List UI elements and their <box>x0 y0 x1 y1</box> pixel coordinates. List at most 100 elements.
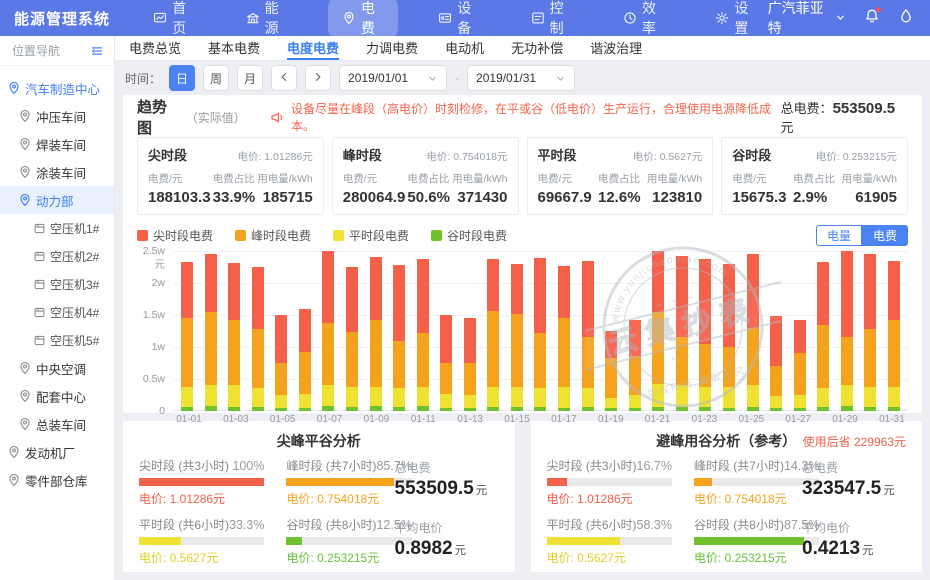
sidebar-item-2[interactable]: 焊装车间 <box>0 130 114 158</box>
tab-6[interactable]: 谐波治理 <box>590 36 642 60</box>
sidebar-item-11[interactable]: 配套中心 <box>0 382 114 410</box>
period-fee-value: 188103.3 <box>148 189 211 206</box>
location-pin-icon <box>18 165 32 179</box>
prev-period-button[interactable] <box>271 65 297 91</box>
total-value: 323547.5元 <box>802 478 906 500</box>
percent-bar <box>547 478 672 486</box>
tab-3[interactable]: 力调电费 <box>366 36 418 60</box>
period-card-title: 尖时段 <box>148 145 187 164</box>
sidebar-item-3[interactable]: 涂装车间 <box>0 158 114 186</box>
collapse-icon[interactable] <box>90 44 104 58</box>
percent-bar <box>286 478 411 486</box>
bar-01-15 <box>511 264 523 411</box>
granularity-button-1[interactable]: 周 <box>203 65 229 91</box>
tab-0[interactable]: 电费总览 <box>129 36 181 60</box>
analysis-left-row-1: 峰时段 (共7小时)85.7%电价: 0.754018元 <box>286 457 411 507</box>
unit-toggle: 电量电费 <box>816 225 908 246</box>
percent-value: 16.7% <box>637 459 672 473</box>
sidebar-title: 位置导航 <box>12 42 60 59</box>
avoid-peak-analysis-panel: 避峰用谷分析（参考） 使用后省 229963元 尖时段 (共3小时)16.7%电… <box>531 421 923 572</box>
price-label: 电价: 0.253215元 <box>694 549 819 566</box>
analysis-right-title: 避峰用谷分析（参考） <box>656 431 796 451</box>
toggle-1[interactable]: 电费 <box>862 225 908 246</box>
end-date-picker[interactable]: 2019/01/31 <box>467 65 575 91</box>
period-ratio-value: 50.6% <box>407 189 450 206</box>
period-card-1: 峰时段电价: 0.754018元电费/元280064.9电费占比50.6%用电量… <box>332 137 519 215</box>
tenant-dropdown[interactable]: 广汽菲亚特 <box>768 0 846 38</box>
granularity-button-2[interactable]: 月 <box>237 65 263 91</box>
sidebar-item-0[interactable]: 汽车制造中心 <box>0 74 114 102</box>
period-energy-value: 371430 <box>452 189 507 206</box>
sidebar-item-9[interactable]: 空压机5# <box>0 326 114 354</box>
bar-01-29 <box>841 251 853 411</box>
sidebar-item-5[interactable]: 空压机1# <box>0 214 114 242</box>
period-card-title: 平时段 <box>538 145 577 164</box>
tab-1[interactable]: 基本电费 <box>208 36 260 60</box>
sidebar-item-8[interactable]: 空压机4# <box>0 298 114 326</box>
period-card-price: 电价: 0.754018元 <box>426 149 507 164</box>
chart-legend: 尖时段电费 峰时段电费 平时段电费 谷时段电费 <box>137 227 529 244</box>
granularity-button-0[interactable]: 日 <box>169 65 195 91</box>
percent-bar <box>547 537 672 545</box>
analysis-left-title: 尖峰平谷分析 <box>277 431 361 451</box>
water-drop-icon[interactable] <box>898 8 914 29</box>
device-icon <box>438 11 452 25</box>
next-period-button[interactable] <box>305 65 331 91</box>
period-card-price: 电价: 0.253215元 <box>816 149 897 164</box>
savings-note: 使用后省 229963元 <box>803 433 906 450</box>
bar-01-14 <box>487 259 499 411</box>
meter-icon <box>33 306 46 319</box>
analysis-left-row-2: 平时段 (共6小时)33.3%电价: 0.5627元 <box>139 516 264 566</box>
period-energy-value: 61905 <box>842 189 897 206</box>
period-ratio-value: 12.6% <box>598 189 641 206</box>
bar-01-25 <box>747 254 759 411</box>
bar-01-13 <box>464 318 476 411</box>
period-fee-value: 69667.9 <box>538 189 592 206</box>
analysis-right-row-2: 平时段 (共6小时)58.3%电价: 0.5627元 <box>547 516 672 566</box>
bar-01-21 <box>652 251 664 411</box>
energy-saving-notice: 设备尽量在峰段（高电价）时刻检修，在平或谷（低电价）生产运行，合理使用电源降低成… <box>291 100 781 134</box>
control-icon <box>531 11 545 25</box>
sidebar-item-1[interactable]: 冲压车间 <box>0 102 114 130</box>
price-label: 电价: 1.01286元 <box>139 490 264 507</box>
start-date-picker[interactable]: 2019/01/01 <box>339 65 447 91</box>
analysis-right-total-1: 平均电价0.4213元 <box>802 519 906 560</box>
legend-item-1[interactable]: 峰时段电费 <box>235 227 311 244</box>
period-card-price: 电价: 1.01286元 <box>237 149 312 164</box>
sidebar-item-13[interactable]: 发动机厂 <box>0 438 114 466</box>
meter-icon <box>33 250 46 263</box>
legend-item-0[interactable]: 尖时段电费 <box>137 227 213 244</box>
sidebar-item-4[interactable]: 动力部 <box>0 186 114 214</box>
tenant-name: 广汽菲亚特 <box>768 0 830 38</box>
sidebar-item-7[interactable]: 空压机3# <box>0 270 114 298</box>
analysis-left-totals: 总电费553509.5元平均电价0.8982元 <box>395 457 499 566</box>
legend-item-2[interactable]: 平时段电费 <box>333 227 409 244</box>
gear-icon <box>715 11 729 25</box>
period-stat-cards: 尖时段电价: 1.01286元电费/元188103.3电费占比33.9%用电量/… <box>137 137 908 215</box>
sidebar-item-10[interactable]: 中央空调 <box>0 354 114 382</box>
bar-01-07 <box>322 251 334 411</box>
notification-bell-button[interactable] <box>864 8 880 29</box>
speaker-icon <box>270 110 285 125</box>
nav-right: 广汽菲亚特 <box>768 0 930 38</box>
analysis-left-row-3: 谷时段 (共8小时)12.5%电价: 0.253215元 <box>286 516 411 566</box>
app-title: 能源管理系统 <box>0 8 143 29</box>
sidebar-item-14[interactable]: 零件部仓库 <box>0 466 114 494</box>
chart-plot-area <box>173 251 908 411</box>
percent-value: 100% <box>232 459 264 473</box>
period-card-title: 峰时段 <box>343 145 382 164</box>
bell-icon <box>864 8 880 29</box>
granularity-group: 日周月 <box>169 65 263 91</box>
total-fee-value: 553509.5 <box>833 100 896 117</box>
bar-01-10 <box>393 265 405 411</box>
sidebar-item-12[interactable]: 总装车间 <box>0 410 114 438</box>
tab-4[interactable]: 电动机 <box>445 36 484 60</box>
chevron-down-icon <box>835 10 846 26</box>
clock-icon <box>623 11 637 25</box>
sidebar-item-6[interactable]: 空压机2# <box>0 242 114 270</box>
tab-5[interactable]: 无功补偿 <box>511 36 563 60</box>
toggle-0[interactable]: 电量 <box>816 225 862 246</box>
legend-item-3[interactable]: 谷时段电费 <box>431 227 507 244</box>
tab-2[interactable]: 电度电费 <box>287 36 339 60</box>
bar-01-09 <box>370 257 382 411</box>
